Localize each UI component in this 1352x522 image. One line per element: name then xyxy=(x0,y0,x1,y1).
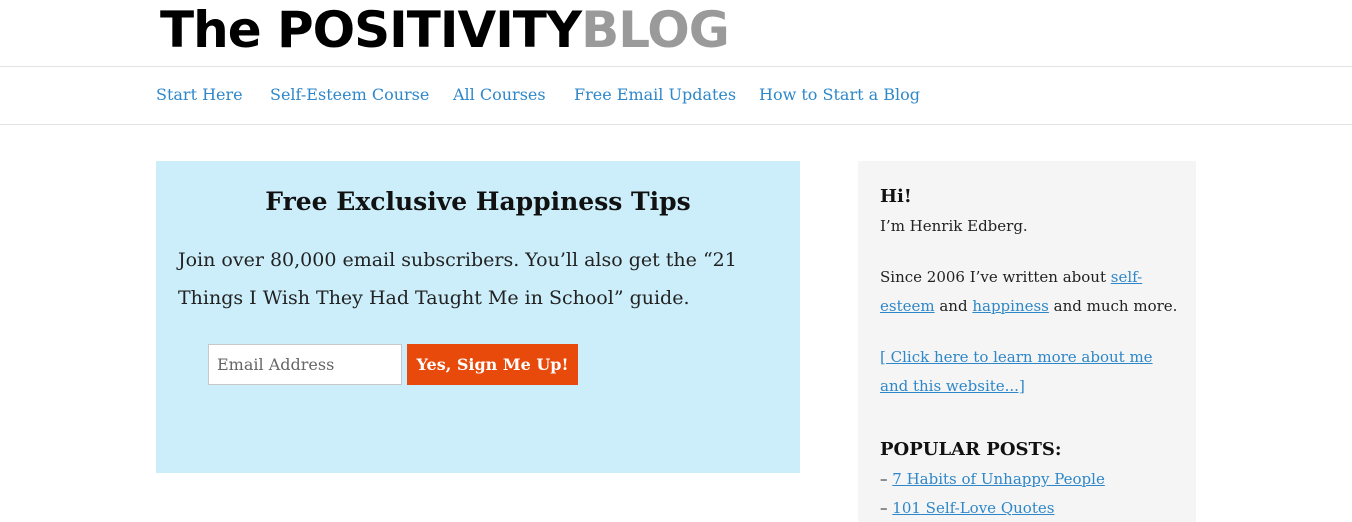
nav-how-to-start-a-blog[interactable]: How to Start a Blog xyxy=(759,85,920,104)
sidebar-intro: I’m Henrik Edberg. xyxy=(880,217,1028,235)
optin-description: Join over 80,000 email subscribers. You’… xyxy=(178,249,737,309)
post-dash: – xyxy=(880,470,893,488)
since-text: Since 2006 I’ve written about xyxy=(880,268,1111,286)
nav-free-email-updates[interactable]: Free Email Updates xyxy=(574,85,736,104)
link-happiness[interactable]: happiness xyxy=(972,297,1049,315)
nav-all-courses[interactable]: All Courses xyxy=(453,85,546,104)
popular-post-item: – 101 Self-Love Quotes xyxy=(880,499,1054,517)
sidebar-topics-line: esteem and happiness and much more. xyxy=(880,292,1177,321)
about-link[interactable]: [ Click here to learn more about me xyxy=(880,348,1153,366)
popular-post-item: – 7 Habits of Unhappy People xyxy=(880,470,1105,488)
site-logo[interactable]: The POSITIVITYBLOG xyxy=(160,1,730,59)
post-dash: – xyxy=(880,499,893,517)
about-link-cont[interactable]: and this website...] xyxy=(880,377,1025,395)
email-input[interactable] xyxy=(208,344,402,385)
logo-text-blog: BLOG xyxy=(581,1,730,59)
sidebar-greeting: Hi! xyxy=(880,186,912,207)
site-header: The POSITIVITYBLOG xyxy=(0,0,1352,67)
nav-start-here[interactable]: Start Here xyxy=(156,85,243,104)
post-link-self-love-quotes[interactable]: 101 Self-Love Quotes xyxy=(892,499,1054,517)
logo-text-positivity: The POSITIVITY xyxy=(160,1,582,59)
post-link-unhappy-people[interactable]: 7 Habits of Unhappy People xyxy=(892,470,1105,488)
optin-title: Free Exclusive Happiness Tips xyxy=(265,187,691,216)
signup-button[interactable]: Yes, Sign Me Up! xyxy=(407,344,578,385)
link-self-esteem[interactable]: self- xyxy=(1111,268,1142,286)
link-self-esteem-cont[interactable]: esteem xyxy=(880,297,935,315)
sidebar-since-line: Since 2006 I’ve written about self- xyxy=(880,263,1142,292)
sidebar: Hi! I’m Henrik Edberg. Since 2006 I’ve w… xyxy=(858,161,1196,522)
sidebar-about-line-1: [ Click here to learn more about me xyxy=(880,343,1153,372)
main-nav: Start Here Self-Esteem Course All Course… xyxy=(0,67,1352,125)
optin-box: Free Exclusive Happiness Tips Join over … xyxy=(156,161,800,473)
tail-text: and much more. xyxy=(1048,297,1178,315)
sidebar-about-line-2: and this website...] xyxy=(880,372,1025,401)
popular-posts-heading: POPULAR POSTS: xyxy=(880,439,1062,460)
nav-self-esteem-course[interactable]: Self-Esteem Course xyxy=(270,85,429,104)
and-text: and xyxy=(934,297,973,315)
